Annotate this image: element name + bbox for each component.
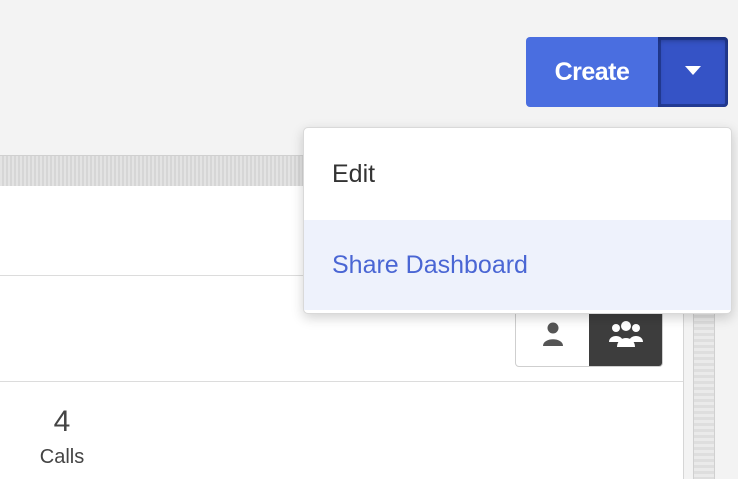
toggle-team-button[interactable] xyxy=(589,306,662,366)
metric-value: 4 xyxy=(53,405,71,438)
metric-label: Calls xyxy=(39,446,85,468)
toggle-mine-button[interactable] xyxy=(516,306,589,366)
person-icon xyxy=(542,321,564,352)
menu-item-share-dashboard[interactable]: Share Dashboard xyxy=(304,220,731,310)
calls-metric: 4 Calls xyxy=(22,405,102,469)
group-icon xyxy=(608,320,644,353)
create-button[interactable]: Create xyxy=(526,37,658,107)
menu-item-label: Share Dashboard xyxy=(332,250,528,279)
view-toggle xyxy=(515,305,663,367)
create-dropdown-toggle[interactable] xyxy=(658,37,728,107)
menu-item-label: Edit xyxy=(332,159,376,188)
panel-divider xyxy=(0,381,683,382)
create-split-button: Create xyxy=(526,37,728,107)
create-dropdown-menu: Edit Share Dashboard xyxy=(303,127,732,314)
caret-down-icon xyxy=(685,63,701,81)
menu-item-edit[interactable]: Edit xyxy=(304,128,731,220)
